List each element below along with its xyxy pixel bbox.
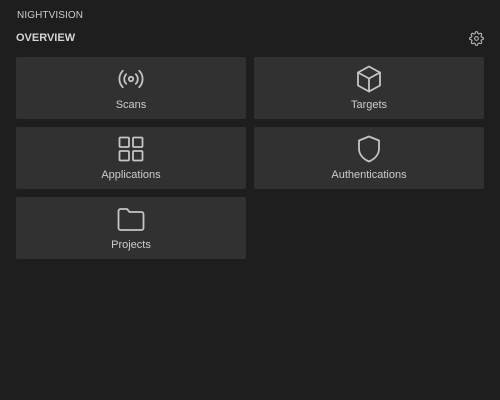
authentications-card[interactable]: Authentications: [254, 127, 484, 189]
shield-icon: [353, 133, 385, 165]
app-title: NIGHTVISION: [17, 10, 84, 21]
overview-title: OVERVIEW: [16, 32, 76, 44]
grid-icon: [115, 133, 147, 165]
projects-card[interactable]: Projects: [16, 197, 246, 259]
overview-grid: Scans Targets Applications Authenticatio…: [16, 57, 492, 259]
scans-card[interactable]: Scans: [16, 57, 246, 119]
applications-card[interactable]: Applications: [16, 127, 246, 189]
settings-button[interactable]: [468, 30, 484, 46]
gear-icon: [468, 30, 484, 46]
projects-label: Projects: [111, 239, 151, 251]
targets-label: Targets: [350, 99, 388, 111]
broadcast-icon: [115, 63, 147, 95]
authentications-label: Authentications: [331, 169, 407, 181]
folder-icon: [115, 203, 147, 235]
applications-label: Applications: [101, 169, 161, 181]
targets-card[interactable]: Targets: [254, 57, 484, 119]
nightvision-panel: NIGHTVISION OVERVIEW Scans Targets Appli…: [0, 0, 500, 400]
scans-label: Scans: [115, 99, 147, 111]
cube-icon: [353, 63, 385, 95]
